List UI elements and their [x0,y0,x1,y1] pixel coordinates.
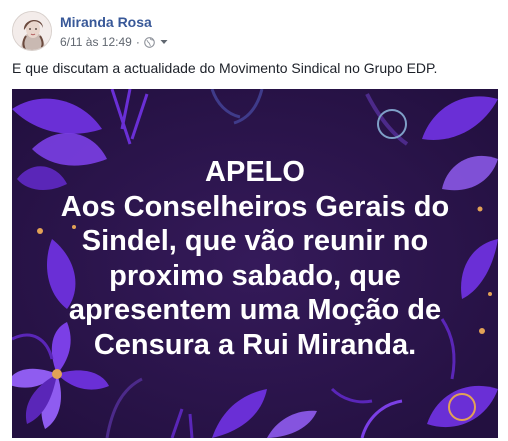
globe-icon[interactable] [144,36,155,48]
image-text-line: Censura a Rui Miranda. [93,328,417,361]
author-name[interactable]: Miranda Rosa [60,14,152,30]
image-text-line: apresentem uma Moção de [68,294,442,326]
image-text-line: APELO [205,156,305,188]
post-text: E que discutam a actualidade do Moviment… [12,60,438,76]
image-text-line: Sindel, que vão reunir no [81,225,429,257]
post-image[interactable]: APELO Aos Conselheiros Gerais do Sindel,… [12,89,498,438]
chevron-down-icon[interactable] [159,37,169,47]
post-timestamp[interactable]: 6/11 às 12:49 [60,35,132,49]
image-text-line: Aos Conselheiros Gerais do [60,190,450,223]
image-text: APELO Aos Conselheiros Gerais do Sindel,… [12,155,498,362]
post-header: Miranda Rosa 6/11 às 12:49 · [12,8,496,54]
meta-separator: · [135,35,140,49]
avatar[interactable] [12,11,52,51]
post-meta: 6/11 às 12:49 · [60,35,169,49]
avatar-image [13,12,51,50]
image-text-line: proximo sabado, que [109,259,401,292]
